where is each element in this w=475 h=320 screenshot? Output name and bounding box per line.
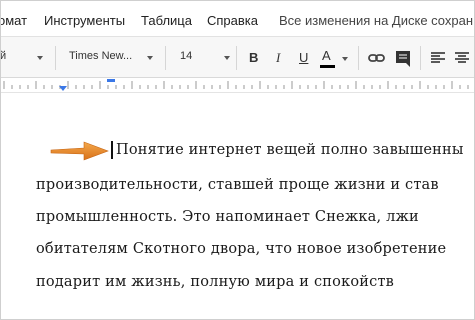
insert-comment-button[interactable]	[392, 46, 414, 70]
toolbar-divider	[55, 46, 56, 70]
text-color-swatch	[320, 65, 335, 68]
menu-tools[interactable]: Инструменты	[44, 13, 125, 28]
menu-bar: омат Инструменты Таблица Справка Все изм…	[0, 0, 475, 37]
chevron-down-icon	[224, 56, 230, 60]
save-status[interactable]: Все изменения на Диске сохран	[279, 13, 473, 28]
left-indent-marker[interactable]	[58, 86, 68, 92]
align-center-button[interactable]	[452, 46, 472, 70]
paragraph-line: промышленность. Это напоминает Снежка, л…	[36, 209, 419, 225]
orange-arrow-icon	[50, 141, 109, 161]
paragraph-line: производительности, ставшей проще жизни …	[36, 177, 439, 193]
font-dropdown[interactable]: Times New...	[69, 50, 132, 62]
text-color-button[interactable]: A	[318, 46, 352, 70]
fade-overlay	[0, 301, 475, 320]
toolbar-divider	[420, 46, 421, 70]
chevron-down-icon	[37, 56, 43, 60]
document-page[interactable]: Понятие интернет вещей полно завышенны п…	[0, 93, 475, 320]
menu-format[interactable]: омат	[0, 13, 27, 28]
paragraph-line: обитателям Скотного двора, что новое изо…	[36, 241, 447, 257]
align-center-icon	[455, 52, 469, 63]
underline-button[interactable]: U	[294, 46, 314, 70]
italic-button[interactable]: I	[270, 46, 290, 70]
insert-link-button[interactable]	[366, 46, 388, 70]
first-line-indent-marker[interactable]	[106, 78, 116, 84]
comment-icon	[396, 51, 410, 67]
chevron-down-icon	[342, 57, 348, 61]
style-dropdown[interactable]: й	[0, 50, 6, 62]
ruler-ticks	[3, 81, 469, 89]
italic-label: I	[276, 50, 281, 65]
toolbar-divider	[358, 46, 359, 70]
bold-button[interactable]: B	[244, 46, 264, 70]
paragraph-line: подарит им жизнь, полную мира и спокойст…	[36, 274, 395, 290]
text-color-label: A	[322, 48, 331, 63]
menu-table[interactable]: Таблица	[141, 13, 192, 28]
text-cursor	[111, 141, 113, 159]
ruler[interactable]	[0, 78, 475, 93]
bold-label: B	[249, 50, 259, 65]
align-left-icon	[431, 52, 445, 63]
paragraph-line: Понятие интернет вещей полно завышенны	[116, 142, 464, 158]
toolbar: й Times New... 14 B I U A	[0, 37, 475, 78]
toolbar-divider	[236, 46, 237, 70]
chevron-down-icon	[147, 56, 153, 60]
align-left-button[interactable]	[428, 46, 448, 70]
toolbar-divider	[165, 46, 166, 70]
link-icon	[368, 54, 385, 62]
menu-help[interactable]: Справка	[207, 13, 258, 28]
underline-label: U	[299, 50, 309, 65]
font-size-dropdown[interactable]: 14	[180, 50, 192, 62]
